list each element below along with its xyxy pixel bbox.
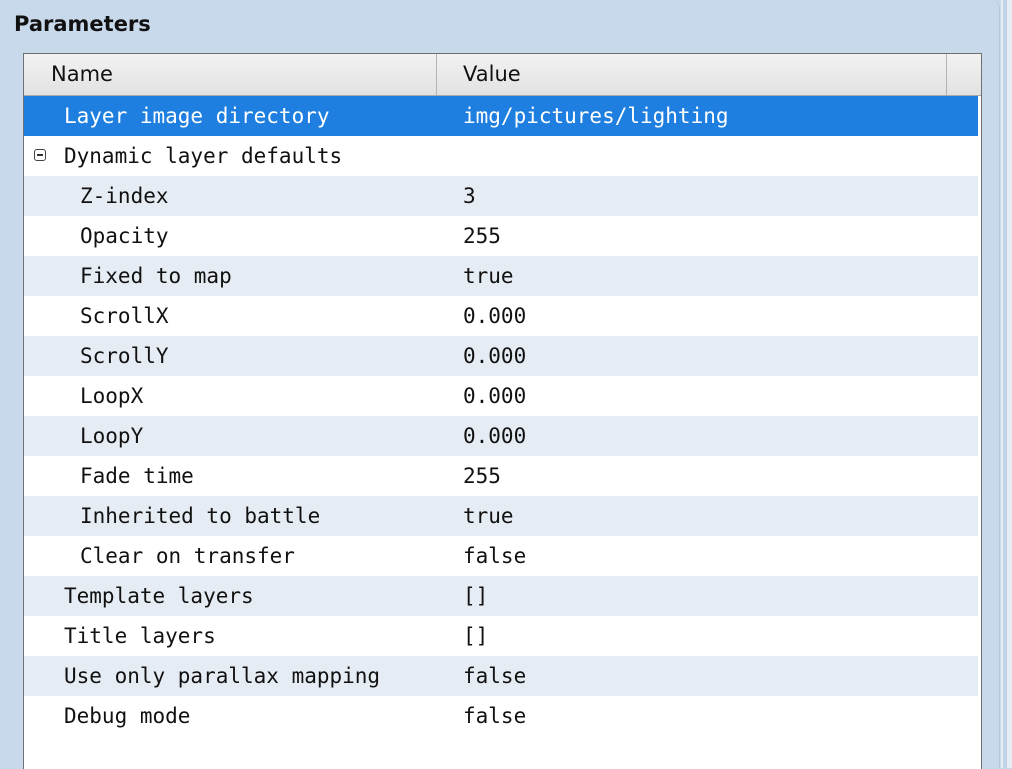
row-value[interactable]: true [463, 496, 514, 536]
row-name: ScrollY [80, 344, 169, 368]
row-value[interactable]: img/pictures/lighting [463, 96, 729, 136]
row-value[interactable]: true [463, 256, 514, 296]
column-header-filler [947, 54, 981, 95]
collapse-minus-icon[interactable] [34, 149, 46, 161]
row-name: Layer image directory [64, 104, 330, 128]
window-edge [1001, 0, 1012, 768]
table-row[interactable]: Template layers [] [24, 576, 978, 616]
row-value[interactable]: 0.000 [463, 296, 526, 336]
column-header-name[interactable]: Name [24, 54, 437, 95]
row-name: Debug mode [64, 704, 191, 728]
row-value[interactable]: false [463, 656, 526, 696]
group-row[interactable]: Dynamic layer defaults [24, 136, 978, 176]
table-row[interactable]: ScrollY 0.000 [24, 336, 978, 376]
table-row[interactable]: Layer image directory img/pictures/lighti… [24, 96, 978, 136]
table-row[interactable]: Z-index 3 [24, 176, 978, 216]
row-name: ScrollX [80, 304, 169, 328]
row-name: LoopY [80, 424, 144, 448]
parameters-panel: Parameters Name Value Layer image direct… [0, 0, 1000, 769]
table-row[interactable]: Opacity 255 [24, 216, 978, 256]
edge-strip [1003, 0, 1007, 768]
table-header: Name Value [24, 54, 981, 96]
row-name: Z-index [80, 184, 169, 208]
row-name: Use only parallax mapping [64, 664, 381, 688]
row-value[interactable]: 0.000 [463, 376, 526, 416]
table-body: Layer image directory img/pictures/lighti… [24, 96, 981, 736]
table-row[interactable]: Clear on transfer false [24, 536, 978, 576]
column-header-value[interactable]: Value [437, 54, 947, 95]
row-name: Opacity [80, 224, 169, 248]
table-row[interactable]: Fixed to map true [24, 256, 978, 296]
panel-title: Parameters [14, 12, 151, 36]
table-row[interactable]: Inherited to battle true [24, 496, 978, 536]
table-row[interactable]: LoopX 0.000 [24, 376, 978, 416]
row-name: Clear on transfer [80, 544, 295, 568]
table-row[interactable]: Debug mode false [24, 696, 978, 736]
row-name: Fade time [80, 464, 194, 488]
table-row[interactable]: Fade time 255 [24, 456, 978, 496]
row-value[interactable]: 255 [463, 456, 501, 496]
row-value[interactable]: 255 [463, 216, 501, 256]
row-value[interactable]: 3 [463, 176, 476, 216]
row-value[interactable]: [] [463, 616, 488, 656]
row-value[interactable]: 0.000 [463, 336, 526, 376]
row-value[interactable]: [] [463, 576, 488, 616]
table-row[interactable]: Use only parallax mapping false [24, 656, 978, 696]
row-value[interactable]: false [463, 696, 526, 736]
row-name: Title layers [64, 624, 216, 648]
row-value[interactable]: 0.000 [463, 416, 526, 456]
row-name: Template layers [64, 584, 254, 608]
row-name: Fixed to map [80, 264, 232, 288]
table-row[interactable]: LoopY 0.000 [24, 416, 978, 456]
table-row[interactable]: Title layers [] [24, 616, 978, 656]
parameters-table: Name Value Layer image directory img/pict… [23, 53, 982, 769]
row-name: Dynamic layer defaults [64, 144, 343, 168]
row-name: LoopX [80, 384, 144, 408]
row-value[interactable]: false [463, 536, 526, 576]
table-row[interactable]: ScrollX 0.000 [24, 296, 978, 336]
row-name: Inherited to battle [80, 504, 321, 528]
